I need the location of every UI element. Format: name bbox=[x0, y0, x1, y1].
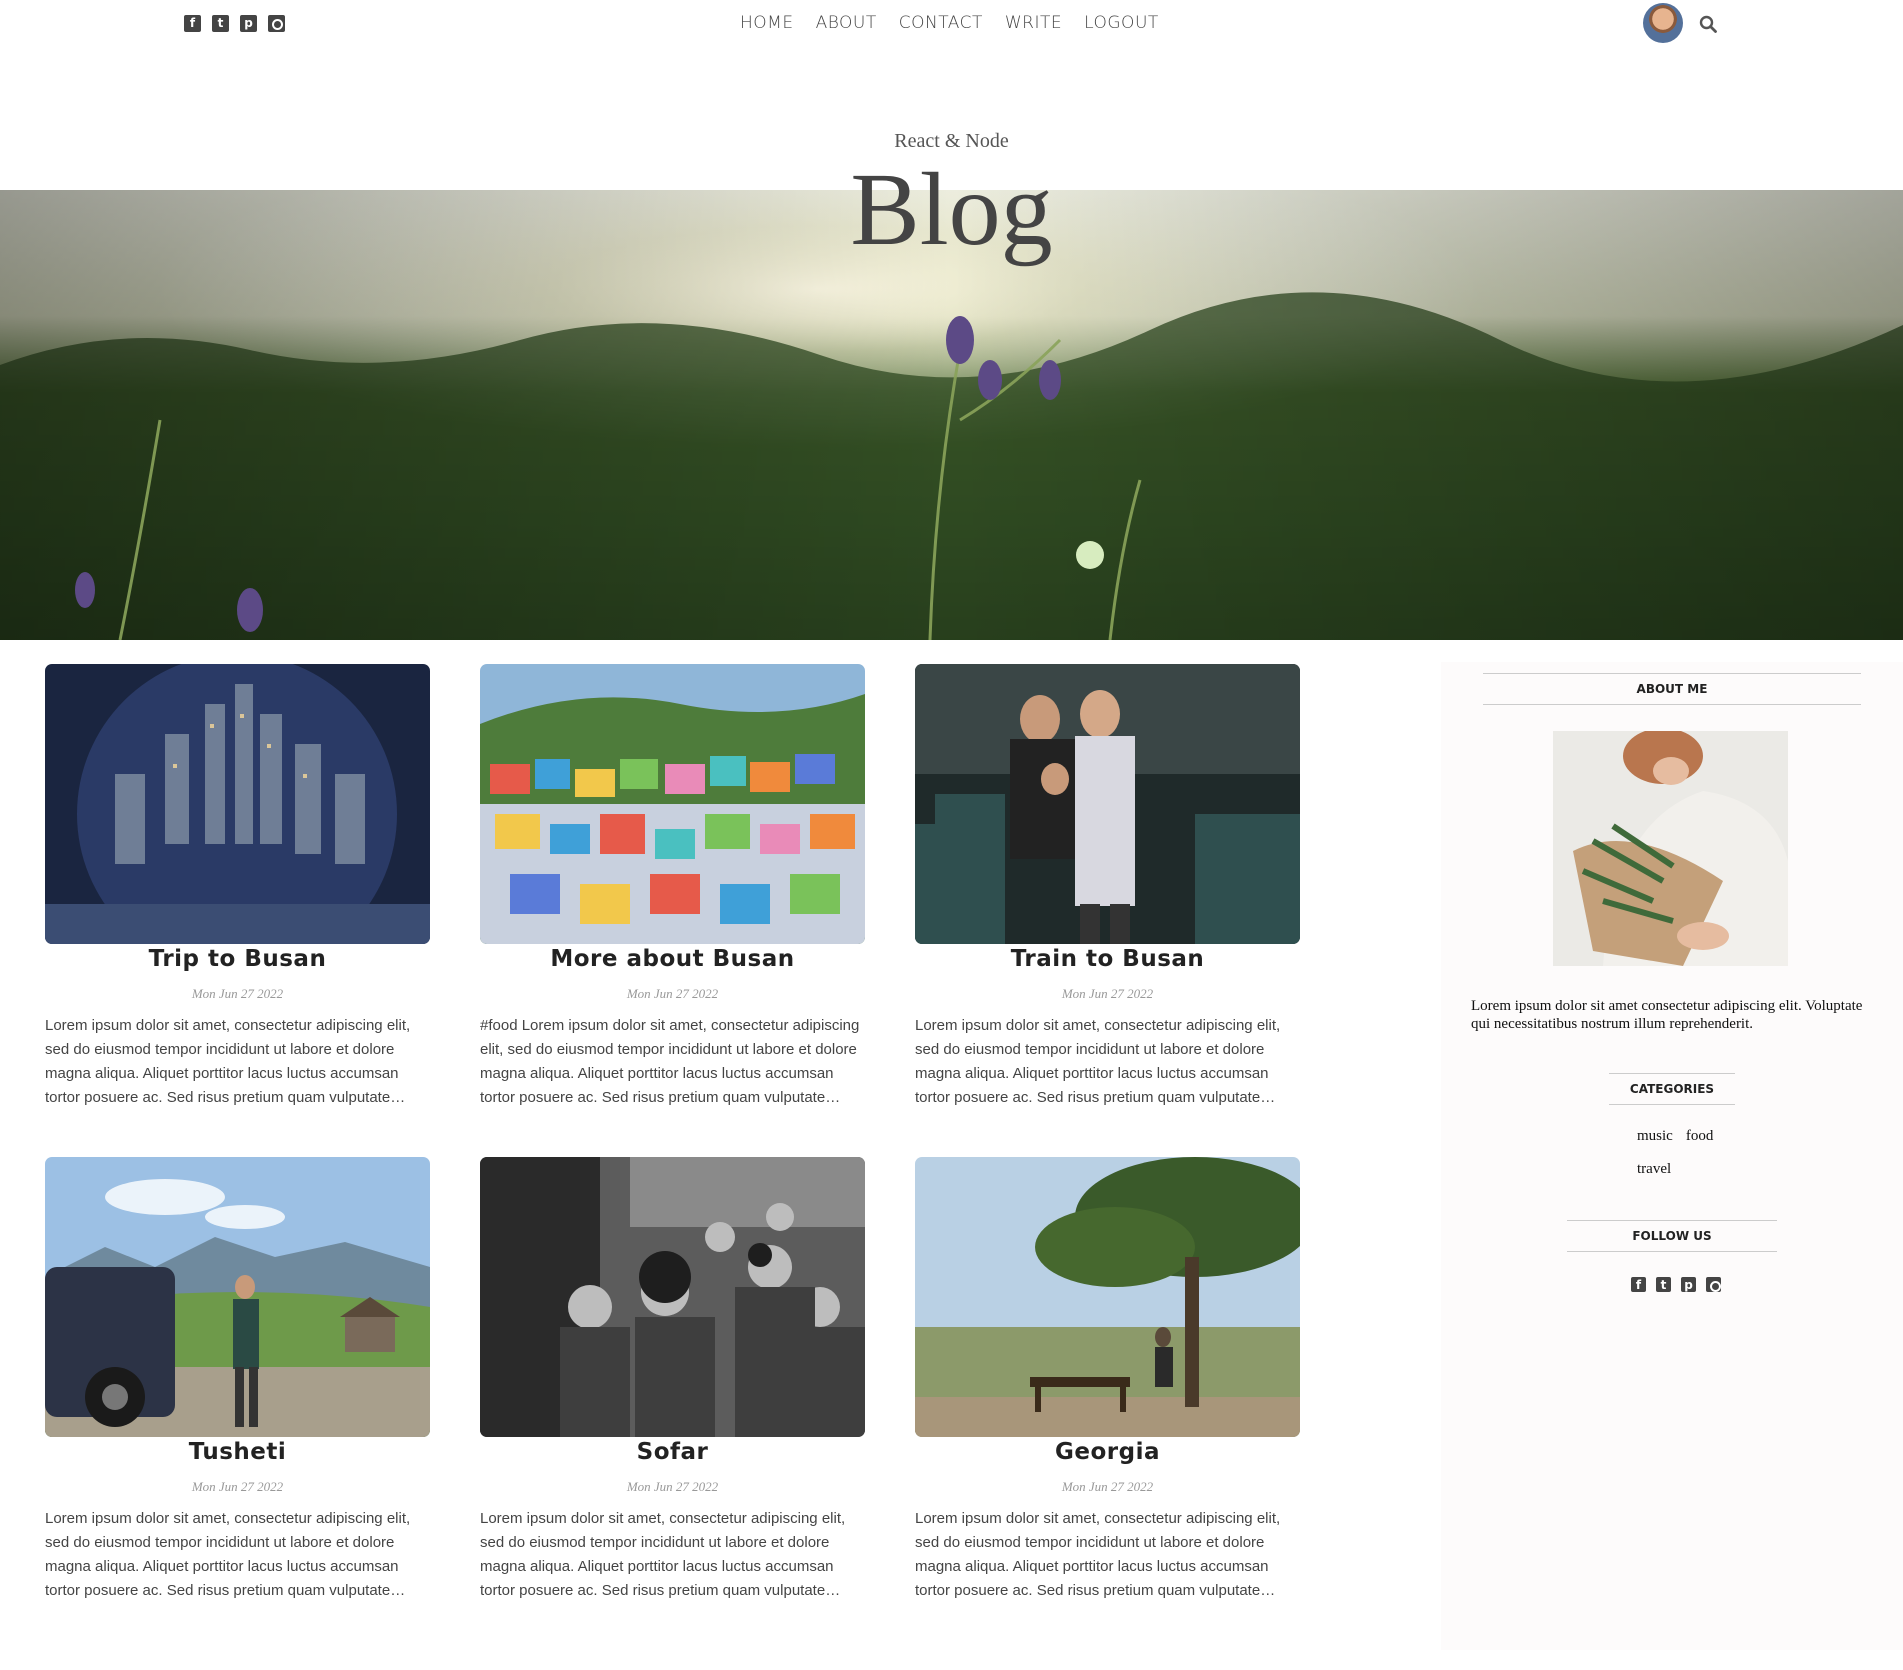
post-card[interactable]: Sofar Mon Jun 27 2022 Lorem ipsum dolor … bbox=[480, 1157, 865, 1627]
post-card[interactable]: Tusheti Mon Jun 27 2022 Lorem ipsum dolo… bbox=[45, 1157, 430, 1627]
post-excerpt: Lorem ipsum dolor sit amet, consectetur … bbox=[480, 1510, 846, 1599]
nav-write[interactable]: WRITE bbox=[1005, 13, 1062, 33]
categories-heading: CATEGORIES bbox=[1441, 1073, 1903, 1105]
post-image[interactable] bbox=[45, 664, 430, 944]
post-excerpt: #food Lorem ipsum dolor sit amet, consec… bbox=[480, 1017, 860, 1106]
post-image[interactable] bbox=[45, 1157, 430, 1437]
post-date: Mon Jun 27 2022 bbox=[626, 1479, 719, 1494]
post-title[interactable]: More about Busan bbox=[480, 946, 865, 972]
post-image[interactable] bbox=[480, 1157, 865, 1437]
post-excerpt: Lorem ipsum dolor sit amet, consectetur … bbox=[915, 1510, 1281, 1599]
category-item-travel[interactable]: travel bbox=[1637, 1161, 1671, 1178]
nav-home[interactable]: HOME bbox=[740, 13, 794, 33]
avatar[interactable] bbox=[1643, 3, 1683, 43]
top-bar: HOME ABOUT CONTACT WRITE LOGOUT bbox=[0, 0, 1903, 50]
top-social-icons bbox=[184, 15, 285, 32]
sidebar: ABOUT ME Lorem ipsum dolor sit amet cons… bbox=[1441, 662, 1903, 1650]
nav-about[interactable]: ABOUT bbox=[816, 13, 877, 33]
follow-social-icons bbox=[1631, 1277, 1721, 1292]
main-nav: HOME ABOUT CONTACT WRITE LOGOUT bbox=[740, 13, 1159, 33]
post-card[interactable]: Georgia Mon Jun 27 2022 Lorem ipsum dolo… bbox=[915, 1157, 1300, 1627]
post-title[interactable]: Train to Busan bbox=[915, 946, 1300, 972]
post-grid: Trip to Busan Mon Jun 27 2022 Lorem ipsu… bbox=[0, 664, 1340, 1654]
category-list: music food travel bbox=[1637, 1128, 1777, 1194]
about-text: Lorem ipsum dolor sit amet consectetur a… bbox=[1471, 998, 1863, 1032]
post-excerpt: Lorem ipsum dolor sit amet, consectetur … bbox=[915, 1017, 1281, 1106]
post-title[interactable]: Tusheti bbox=[45, 1439, 430, 1465]
nav-logout[interactable]: LOGOUT bbox=[1084, 13, 1159, 33]
header-title: Blog bbox=[850, 152, 1053, 267]
post-excerpt: Lorem ipsum dolor sit amet, consectetur … bbox=[45, 1510, 411, 1599]
post-image[interactable] bbox=[915, 664, 1300, 944]
facebook-icon[interactable] bbox=[1631, 1277, 1646, 1292]
follow-heading: FOLLOW US bbox=[1441, 1220, 1903, 1252]
post-date: Mon Jun 27 2022 bbox=[1061, 986, 1154, 1001]
about-photo bbox=[1553, 731, 1788, 966]
post-card[interactable]: Train to Busan Mon Jun 27 2022 Lorem ips… bbox=[915, 664, 1300, 1134]
post-image[interactable] bbox=[480, 664, 865, 944]
post-date: Mon Jun 27 2022 bbox=[191, 1479, 284, 1494]
post-date: Mon Jun 27 2022 bbox=[191, 986, 284, 1001]
search-icon[interactable] bbox=[1699, 15, 1717, 33]
post-title[interactable]: Trip to Busan bbox=[45, 946, 430, 972]
instagram-icon[interactable] bbox=[1706, 1277, 1721, 1292]
about-heading: ABOUT ME bbox=[1441, 673, 1903, 705]
post-title[interactable]: Sofar bbox=[480, 1439, 865, 1465]
category-item-music[interactable]: music bbox=[1637, 1128, 1673, 1145]
post-title[interactable]: Georgia bbox=[915, 1439, 1300, 1465]
twitter-icon[interactable] bbox=[1656, 1277, 1671, 1292]
post-date: Mon Jun 27 2022 bbox=[626, 986, 719, 1001]
facebook-icon[interactable] bbox=[184, 15, 201, 32]
post-card[interactable]: More about Busan Mon Jun 27 2022 #food L… bbox=[480, 664, 865, 1134]
category-item-food[interactable]: food bbox=[1686, 1128, 1714, 1145]
post-date: Mon Jun 27 2022 bbox=[1061, 1479, 1154, 1494]
twitter-icon[interactable] bbox=[212, 15, 229, 32]
instagram-icon[interactable] bbox=[268, 15, 285, 32]
post-image[interactable] bbox=[915, 1157, 1300, 1437]
post-card[interactable]: Trip to Busan Mon Jun 27 2022 Lorem ipsu… bbox=[45, 664, 430, 1134]
nav-contact[interactable]: CONTACT bbox=[899, 13, 983, 33]
pinterest-icon[interactable] bbox=[1681, 1277, 1696, 1292]
pinterest-icon[interactable] bbox=[240, 15, 257, 32]
post-excerpt: Lorem ipsum dolor sit amet, consectetur … bbox=[45, 1017, 411, 1106]
